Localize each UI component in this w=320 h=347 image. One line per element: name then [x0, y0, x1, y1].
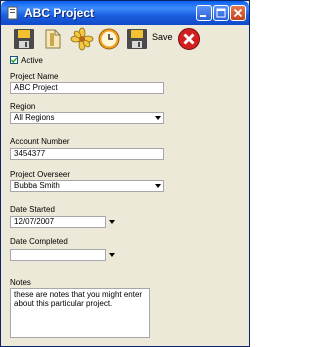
minimize-icon [200, 15, 206, 17]
date-completed-label: Date Completed [10, 237, 68, 246]
active-label: Active [21, 56, 43, 65]
chevron-down-icon [109, 220, 115, 224]
minimize-button[interactable] [196, 5, 212, 21]
date-started-dropdown-button[interactable] [107, 216, 117, 228]
date-completed-dropdown-button[interactable] [107, 249, 117, 261]
floppy-disk-icon[interactable] [12, 27, 36, 51]
project-name-field[interactable]: ABC Project [10, 82, 164, 94]
cancel-icon[interactable] [177, 27, 201, 51]
date-started-field[interactable]: 12/07/2007 [10, 216, 106, 228]
title-bar[interactable]: ABC Project [1, 1, 249, 25]
close-icon [233, 8, 243, 18]
flower-icon[interactable] [70, 27, 94, 51]
chevron-down-icon [155, 184, 161, 188]
project-overseer-label: Project Overseer [10, 170, 71, 179]
project-overseer-select[interactable]: Bubba Smith [10, 180, 164, 192]
date-completed-field[interactable] [10, 249, 106, 261]
chevron-down-icon [109, 253, 115, 257]
chevron-down-icon [155, 116, 161, 120]
region-dropdown-button[interactable] [153, 113, 163, 123]
project-overseer-dropdown-button[interactable] [153, 181, 163, 191]
app-icon [7, 6, 18, 20]
region-label: Region [10, 102, 36, 111]
checkmark-icon [10, 57, 18, 64]
toolbar [1, 25, 249, 53]
account-number-field[interactable]: 3454377 [10, 148, 164, 160]
notes-label: Notes [10, 278, 31, 287]
project-overseer-value: Bubba Smith [14, 181, 60, 190]
project-name-label: Project Name [10, 72, 59, 81]
document-icon[interactable] [41, 27, 65, 51]
maximize-button[interactable] [213, 5, 229, 21]
clock-icon[interactable] [97, 27, 121, 51]
account-number-label: Account Number [10, 137, 70, 146]
save-label[interactable]: Save [152, 32, 173, 42]
date-started-label: Date Started [10, 205, 55, 214]
project-window: ABC Project Save Active Project Name ABC… [0, 0, 250, 347]
save-exit-icon[interactable] [125, 27, 149, 51]
region-select[interactable]: All Regions [10, 112, 164, 124]
region-value: All Regions [14, 113, 55, 122]
notes-textarea[interactable]: these are notes that you might enter abo… [10, 288, 150, 338]
window-title: ABC Project [24, 6, 95, 20]
active-checkbox[interactable] [10, 56, 18, 64]
close-window-button[interactable] [230, 5, 246, 21]
maximize-icon [216, 8, 226, 18]
